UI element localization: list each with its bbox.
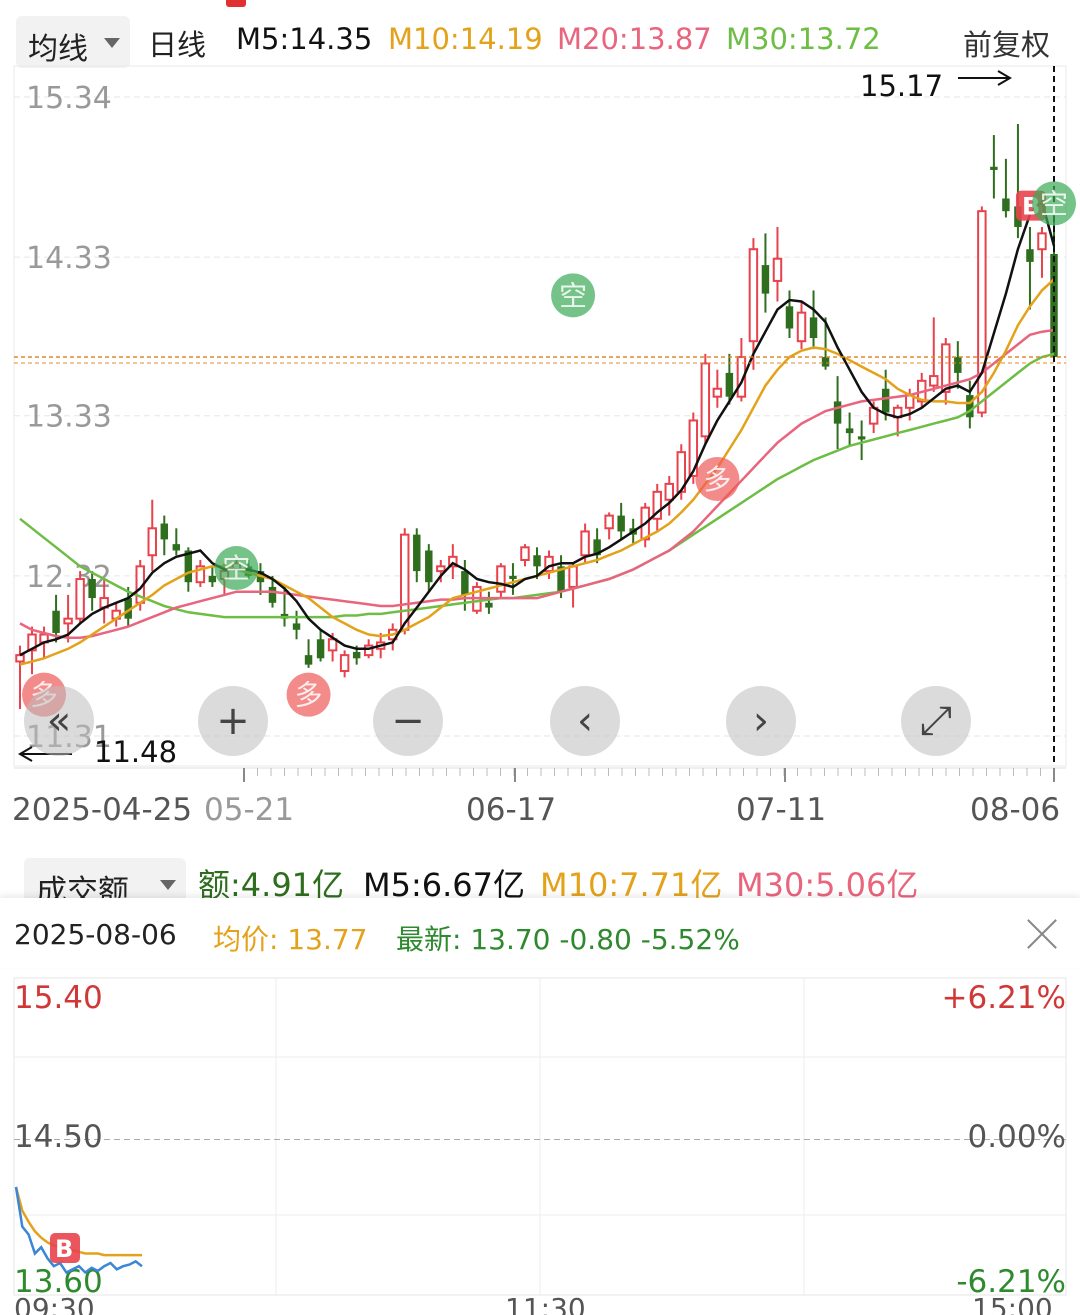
chevron-down-icon xyxy=(160,880,176,890)
candle-body xyxy=(821,357,830,367)
candle-body xyxy=(88,579,96,599)
candle-body xyxy=(268,586,277,603)
zoom-out-button[interactable]: − xyxy=(373,686,443,756)
candle-body xyxy=(990,166,998,170)
minus-icon: − xyxy=(391,698,425,744)
volume-header: 成交额 额:4.91亿 M5:6.67亿 M10:7.71亿 M30:5.06亿 xyxy=(0,850,1080,910)
candle-body xyxy=(966,395,974,418)
candle-body xyxy=(748,248,759,343)
candle-body xyxy=(857,436,866,440)
sell-signal-label: 空 xyxy=(222,552,250,585)
intraday-y-tick-right: 0.00% xyxy=(968,1119,1066,1155)
candle-body xyxy=(413,534,421,572)
sell-signal-label: 空 xyxy=(559,279,587,312)
candle-body xyxy=(208,575,217,583)
intraday-buy-flag-label: B xyxy=(55,1235,73,1263)
candle-body xyxy=(425,550,433,583)
ma5-line xyxy=(19,199,1056,657)
close-icon[interactable] xyxy=(1026,918,1058,950)
candle-body xyxy=(700,362,711,438)
candle-body xyxy=(725,372,734,397)
kline-x-tick: 05-21 xyxy=(204,792,294,828)
kline-x-tick: 2025-04-25 xyxy=(12,792,192,828)
candle-body xyxy=(292,623,301,630)
candle-body xyxy=(604,514,614,530)
candle-body xyxy=(772,257,783,282)
candle-body xyxy=(304,655,313,665)
candle-body xyxy=(1037,232,1047,251)
candle-body xyxy=(533,555,541,567)
candle-body xyxy=(568,565,578,588)
kline-y-tick: 13.33 xyxy=(26,400,112,435)
candle-body xyxy=(796,311,807,343)
buy-signal-label: 多 xyxy=(295,679,323,712)
candle-body xyxy=(15,654,25,663)
candle-body xyxy=(496,565,506,593)
candle-body xyxy=(172,544,181,551)
candle-body xyxy=(954,357,962,373)
fullscreen-button[interactable]: ⤢ xyxy=(901,686,971,756)
chevron-left-icon: ‹ xyxy=(577,698,593,744)
intraday-y-tick: 15.40 xyxy=(14,980,103,1016)
candle-body xyxy=(400,533,410,631)
candle-body xyxy=(617,515,625,532)
candle-body xyxy=(1002,198,1010,212)
candle-body xyxy=(327,638,338,652)
charts-canvas: 15.3414.3313.3312.3211.31多空多空多B空15.1711.… xyxy=(12,65,1076,1315)
intraday-x-tick: 11:30 xyxy=(505,1292,586,1315)
chevron-right-icon: › xyxy=(753,698,769,744)
candle-body xyxy=(339,654,350,672)
candle-body xyxy=(147,527,157,557)
rewind-button[interactable]: « xyxy=(24,686,94,756)
candle-body xyxy=(1026,249,1034,262)
next-button[interactable]: › xyxy=(726,686,796,756)
candle-body xyxy=(761,265,770,294)
candle-body xyxy=(977,210,987,414)
intraday-avg-price: 均价: 13.77 xyxy=(213,923,368,956)
intraday-latest: 最新: 13.70 -0.80 -5.52% xyxy=(396,923,740,956)
candle-body xyxy=(809,317,818,339)
candle-body xyxy=(75,578,85,620)
ma20-line xyxy=(19,328,1055,639)
low-price-label: 11.48 xyxy=(94,735,177,769)
plus-icon: + xyxy=(216,698,250,744)
kline-x-tick: 06-17 xyxy=(466,792,556,828)
candle-body xyxy=(160,523,169,540)
double-chevron-left-icon: « xyxy=(46,698,72,744)
intraday-y-tick: 14.50 xyxy=(14,1119,103,1155)
intraday-info-bar: 2025-08-06 均价: 13.77 最新: 13.70 -0.80 -5.… xyxy=(0,898,1080,968)
candle-body xyxy=(63,617,73,625)
candle-body xyxy=(664,482,674,501)
candle-body xyxy=(929,375,939,387)
candle-body xyxy=(520,546,530,561)
candle-body xyxy=(352,651,361,659)
candle-body xyxy=(580,530,590,557)
kline-x-tick: 08-06 xyxy=(970,792,1060,828)
prev-button[interactable]: ‹ xyxy=(550,686,620,756)
candle-body xyxy=(461,571,469,595)
candle-body xyxy=(833,401,842,424)
intraday-x-tick: 15:00 xyxy=(972,1292,1053,1315)
candle-body xyxy=(845,428,854,434)
sell-signal-label: 空 xyxy=(1040,187,1068,220)
zoom-in-button[interactable]: + xyxy=(198,686,268,756)
candle-body xyxy=(485,602,493,608)
kline-x-tick: 07-11 xyxy=(736,792,826,828)
candle-body xyxy=(436,565,446,573)
intraday-x-tick: 09:30 xyxy=(14,1292,95,1315)
kline-y-tick: 15.34 xyxy=(26,81,112,116)
candle-body xyxy=(881,388,890,413)
high-price-label: 15.17 xyxy=(860,69,943,103)
intraday-date: 2025-08-06 xyxy=(14,918,177,951)
candle-body xyxy=(52,610,60,633)
kline-y-tick: 14.33 xyxy=(26,241,112,276)
candle-body xyxy=(785,306,794,329)
candle-body xyxy=(712,387,723,398)
candle-body xyxy=(316,639,325,659)
intraday-y-tick-right: +6.21% xyxy=(942,980,1066,1016)
candle-body xyxy=(509,575,517,580)
fullscreen-icon: ⤢ xyxy=(920,698,952,744)
buy-signal-label: 多 xyxy=(703,463,731,496)
